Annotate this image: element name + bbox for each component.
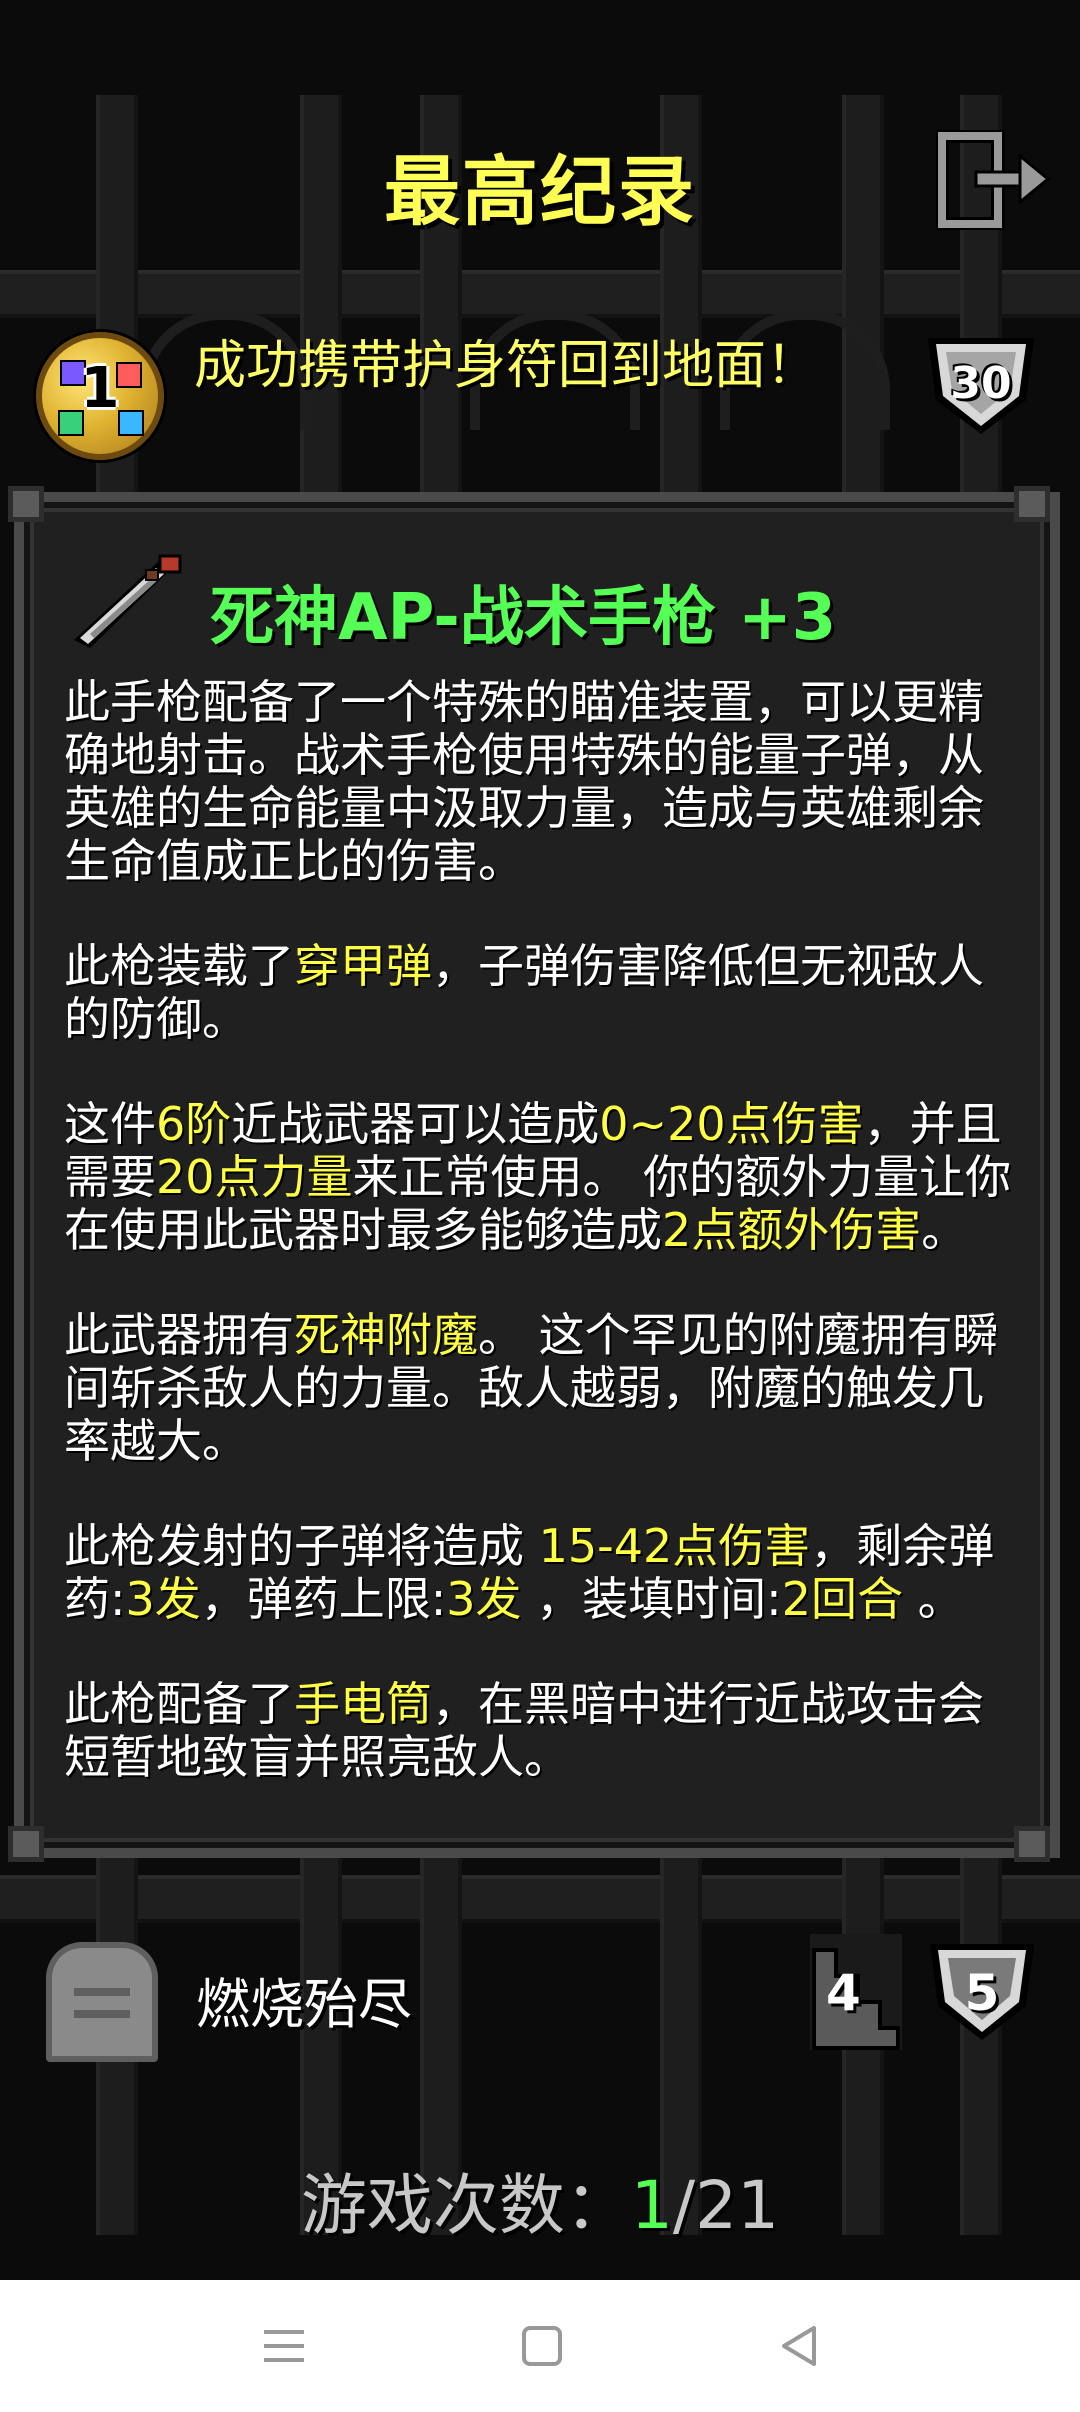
description-text: 此武器拥有 bbox=[64, 1308, 294, 1362]
death-cause: 燃烧殆尽 bbox=[196, 1973, 412, 2036]
games-total: /21 bbox=[672, 2167, 780, 2244]
description-text: 此手枪配备了一个特殊的瞄准装置，可以更精确地射击。战术手枪使用特殊的能量子弹，从… bbox=[64, 675, 984, 888]
level-value: 5 bbox=[964, 1964, 1000, 2022]
highlighted-text: 手电筒 bbox=[294, 1677, 432, 1731]
description-paragraph: 此枪装载了穿甲弹，子弹伤害降低但无视敌人的防御。 bbox=[64, 940, 1014, 1046]
item-description: 此手枪配备了一个特殊的瞄准装置，可以更精确地射击。战术手枪使用特殊的能量子弹，从… bbox=[64, 676, 1014, 1836]
rank-number: 1 bbox=[80, 356, 120, 421]
highlighted-text: 15-42点伤害 bbox=[538, 1519, 811, 1573]
panel-corner bbox=[1014, 1826, 1050, 1862]
menu-icon[interactable] bbox=[258, 2320, 310, 2372]
description-paragraph: 这件6阶近战武器可以造成0~20点伤害，并且需要20点力量来正常使用。 你的额外… bbox=[64, 1098, 1014, 1257]
highlighted-text: 穿甲弹 bbox=[294, 939, 432, 993]
depth-value: 4 bbox=[826, 1964, 861, 2022]
highlighted-text: 20点力量 bbox=[156, 1150, 353, 1204]
description-text: 。 bbox=[902, 1572, 964, 1626]
description-text: 此枪装载了 bbox=[64, 939, 294, 993]
description-text: ，装填时间: bbox=[521, 1572, 782, 1626]
description-paragraph: 此手枪配备了一个特殊的瞄准装置，可以更精确地射击。战术手枪使用特殊的能量子弹，从… bbox=[64, 676, 1014, 888]
page-title: 最高纪录 bbox=[384, 147, 696, 236]
games-count: 游戏次数：1/21 bbox=[0, 2152, 1080, 2248]
home-icon[interactable] bbox=[516, 2320, 568, 2372]
highlighted-text: 0~20点伤害 bbox=[599, 1097, 864, 1151]
highlighted-text: 2回合 bbox=[781, 1572, 903, 1626]
tomb-engraving bbox=[74, 2010, 130, 2018]
wall-beam bbox=[0, 1875, 1080, 1923]
description-paragraph: 此枪配备了手电筒，在黑暗中进行近战攻击会短暂地致盲并照亮敌人。 bbox=[64, 1678, 1014, 1784]
panel-corner bbox=[1014, 486, 1050, 522]
score-value: 30 bbox=[950, 358, 1012, 409]
pistol-icon bbox=[74, 554, 182, 648]
description-paragraph: 此枪发射的子弹将造成 15-42点伤害，剩余弹药:3发，弹药上限:3发 ，装填时… bbox=[64, 1520, 1014, 1626]
highlighted-text: 死神附魔 bbox=[294, 1308, 478, 1362]
highlighted-text: 3发 bbox=[125, 1572, 201, 1626]
games-current: 1 bbox=[630, 2167, 673, 2244]
description-text: ，弹药上限: bbox=[200, 1572, 447, 1626]
games-label: 游戏次数： bbox=[300, 2167, 631, 2244]
highlighted-text: 2点额外伤害 bbox=[662, 1203, 922, 1257]
panel-corner bbox=[8, 486, 44, 522]
panel-corner bbox=[8, 1826, 44, 1862]
highlighted-text: 6阶 bbox=[156, 1097, 232, 1151]
highlighted-text: 3发 bbox=[446, 1572, 522, 1626]
tomb-engraving bbox=[74, 1988, 130, 1996]
description-text: 这件 bbox=[64, 1097, 156, 1151]
description-text: 近战武器可以造成 bbox=[231, 1097, 600, 1151]
description-text: 此枪发射的子弹将造成 bbox=[64, 1519, 539, 1573]
item-name: 死神AP-战术手枪 +3 bbox=[210, 581, 837, 655]
tombstone-icon bbox=[46, 1942, 158, 2062]
description-paragraph: 此武器拥有死神附魔。 这个罕见的附魔拥有瞬间斩杀敌人的力量。敌人越弱，附魔的触发… bbox=[64, 1309, 1014, 1468]
description-text: 。 bbox=[921, 1203, 968, 1257]
description-text: 此枪配备了 bbox=[64, 1677, 294, 1731]
back-icon[interactable] bbox=[774, 2320, 826, 2372]
amulet-badge-icon: 1 bbox=[36, 332, 164, 460]
record-message: 成功携带护身符回到地面！ bbox=[194, 336, 819, 396]
system-nav-bar bbox=[0, 2280, 1080, 2412]
exit-icon[interactable] bbox=[936, 130, 1052, 230]
